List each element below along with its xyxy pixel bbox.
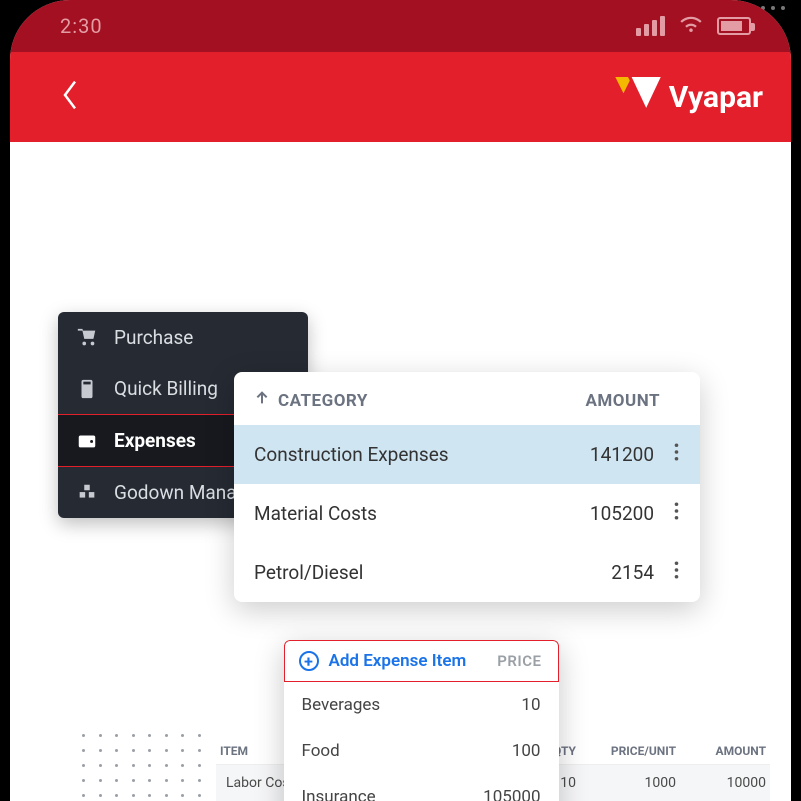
decorative-dots	[82, 734, 202, 801]
price-header: PRICE	[497, 652, 541, 670]
wifi-icon	[679, 12, 703, 41]
category-row[interactable]: Material Costs 105200	[234, 484, 700, 543]
col-amount: AMOUNT	[676, 744, 766, 758]
category-row[interactable]: Construction Expenses 141200	[234, 425, 700, 484]
category-amount: 141200	[590, 443, 662, 466]
expense-item-dropdown: + Add Expense Item PRICE Beverages10 Foo…	[284, 640, 559, 801]
back-button[interactable]	[60, 78, 80, 116]
app-bar: Vyapar	[10, 52, 791, 142]
col-price-unit: PRICE/UNIT	[576, 744, 676, 758]
col-category[interactable]: CATEGORY	[278, 391, 368, 411]
category-row[interactable]: Petrol/Diesel 2154	[234, 543, 700, 602]
kebab-menu-icon[interactable]	[662, 561, 690, 584]
category-name: Petrol/Diesel	[254, 561, 363, 584]
category-panel: CATEGORY AMOUNT Construction Expenses 14…	[234, 372, 700, 602]
status-bar: 2:30	[10, 0, 791, 52]
dropdown-item[interactable]: Insurance105000	[284, 774, 559, 801]
boxes-icon	[76, 482, 98, 504]
kebab-menu-icon[interactable]	[662, 443, 690, 466]
battery-icon	[717, 17, 751, 35]
sort-asc-icon[interactable]	[254, 390, 270, 411]
add-expense-item-button[interactable]: + Add Expense Item PRICE	[284, 640, 559, 682]
category-name: Construction Expenses	[254, 443, 449, 466]
dropdown-item[interactable]: Beverages10	[284, 682, 559, 728]
plus-circle-icon: +	[299, 651, 319, 671]
sidebar-item-purchase[interactable]: Purchase	[58, 312, 308, 363]
add-expense-label: Add Expense Item	[329, 651, 467, 671]
category-amount: 105200	[590, 502, 662, 525]
sidebar-item-label: Quick Billing	[114, 377, 218, 400]
brand-logo: Vyapar	[615, 77, 763, 117]
sidebar-item-label: Purchase	[114, 326, 193, 349]
category-amount: 2154	[611, 561, 662, 584]
col-amount[interactable]: AMOUNT	[585, 391, 678, 411]
calculator-icon	[76, 378, 98, 400]
brand-name: Vyapar	[669, 80, 763, 115]
status-time: 2:30	[60, 14, 103, 38]
sidebar-item-label: Expenses	[114, 429, 196, 452]
wallet-icon	[76, 430, 98, 452]
kebab-menu-icon[interactable]	[662, 502, 690, 525]
category-name: Material Costs	[254, 502, 377, 525]
dropdown-item[interactable]: Food100	[284, 728, 559, 774]
signal-icon	[636, 16, 665, 36]
cart-icon	[76, 327, 98, 349]
